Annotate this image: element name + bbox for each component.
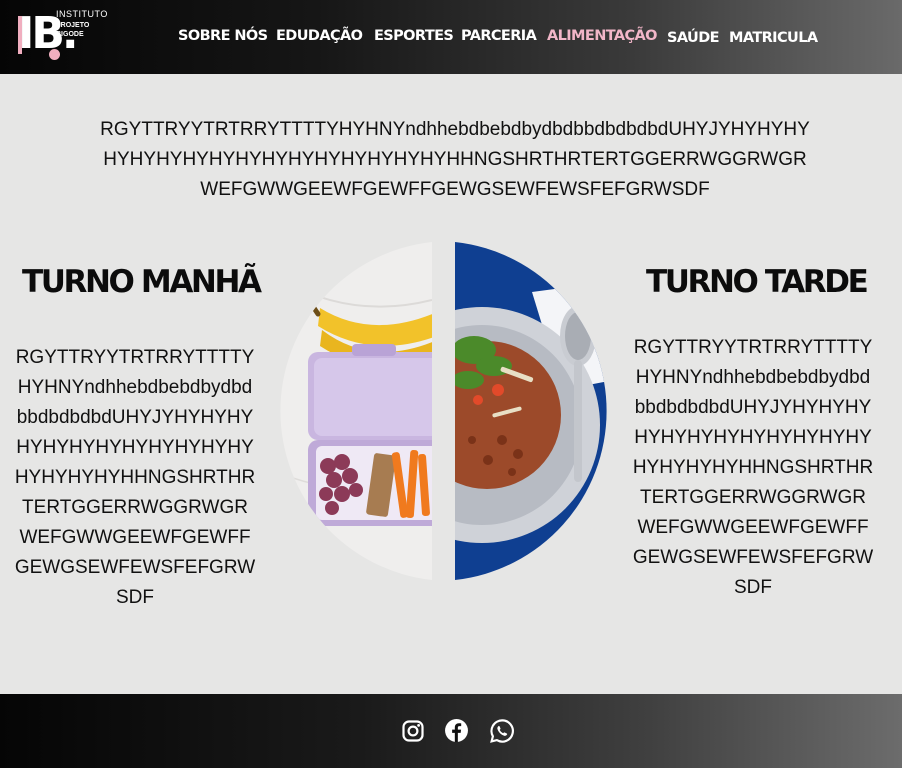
logo-line-instituto: INSTITUTO (56, 9, 108, 19)
logo-line-projeto: PROJETO (56, 22, 90, 29)
meal-plates-image (280, 242, 607, 580)
lunchbox-half (280, 242, 432, 580)
brand-logo[interactable]: IB. INSTITUTO PROJETO BIGODE (16, 8, 116, 60)
facebook-icon[interactable] (444, 718, 469, 743)
nav-parceria[interactable]: PARCERIA (461, 28, 537, 44)
nav-sobre-nos[interactable]: SOBRE NÓS (178, 28, 268, 44)
intro-paragraph: RGYTTRYYTRTRRYTTTTYHYHNYndhhebdbebdbydbd… (100, 119, 810, 200)
nav-matricula[interactable]: MATRICULA (729, 30, 818, 46)
instagram-icon[interactable] (401, 719, 425, 743)
nav-esportes[interactable]: ESPORTES (374, 28, 454, 44)
logo-line-bigode: BIGODE (56, 31, 84, 38)
site-header: IB. INSTITUTO PROJETO BIGODE SOBRE NÓS E… (0, 0, 902, 74)
nav-educacao[interactable]: EDUDAÇÃO (276, 28, 363, 44)
morning-shift-title: TURNO MANHÃ (22, 264, 262, 300)
morning-shift-text: RGYTTRYYTRTRRYTTTTYHYHNYndhhebdbebdbydbd… (14, 347, 256, 608)
afternoon-shift-text: RGYTTRYYTRTRRYTTTTYHYHNYndhhebdbebdbydbd… (632, 337, 874, 598)
site-footer (0, 694, 902, 768)
nav-saude[interactable]: SAÚDE (667, 30, 720, 46)
nav-alimentacao[interactable]: ALIMENTAÇÃO (547, 28, 658, 44)
logo-dot (49, 49, 60, 60)
afternoon-shift-title: TURNO TARDE (646, 264, 869, 300)
logo-wordmark: INSTITUTO PROJETO BIGODE (56, 10, 108, 39)
whatsapp-icon[interactable] (489, 718, 515, 744)
